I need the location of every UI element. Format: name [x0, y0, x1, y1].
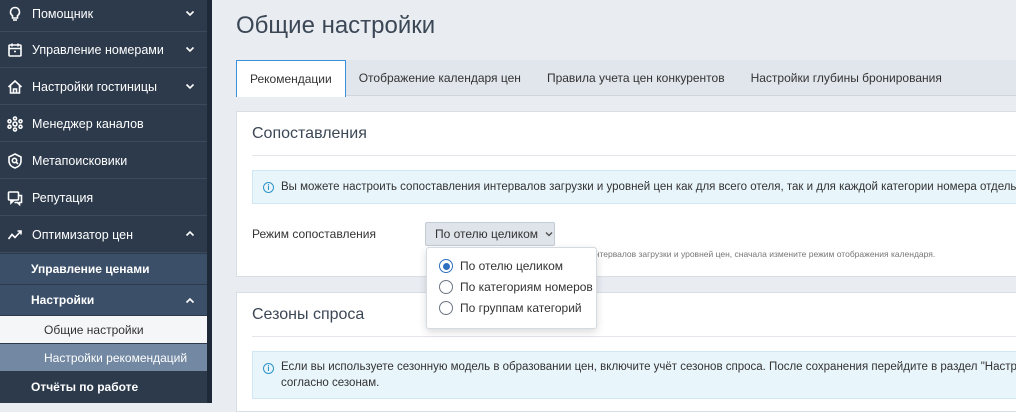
- info-banner: i Если вы используете сезонную модель в …: [252, 351, 1016, 399]
- divider: [252, 336, 1016, 337]
- tab-competitor-price-rules[interactable]: Правила учета цен конкурентов: [534, 60, 738, 96]
- sidebar-item-settings[interactable]: Настройки: [0, 285, 207, 316]
- sidebar-item-label: Метапоисковики: [32, 153, 128, 168]
- search-shield-icon: [7, 152, 23, 169]
- info-icon: i: [263, 363, 274, 374]
- radio-checked[interactable]: [439, 259, 453, 273]
- sidebar: Помощник Управление номерами Настройки г…: [0, 0, 207, 403]
- sidebar-item-recommendation-settings[interactable]: Настройки рекомендаций: [0, 344, 207, 371]
- select-value: По отелю целиком: [435, 227, 539, 241]
- network-icon: [7, 115, 23, 132]
- sidebar-item-label: Оптимизатор цен: [32, 227, 134, 242]
- info-text-line2: согласно сезонам.: [281, 377, 380, 389]
- chevron-down-icon: [545, 230, 553, 238]
- sidebar-item-channel-manager[interactable]: Менеджер каналов: [0, 106, 207, 142]
- sidebar-item-work-reports[interactable]: Отчёты по работе: [0, 372, 207, 403]
- sidebar-item-label: Репутация: [32, 190, 94, 205]
- sidebar-item-room-management[interactable]: Управление номерами: [0, 32, 207, 68]
- home-icon: [7, 79, 23, 95]
- radio-unchecked[interactable]: [439, 301, 453, 315]
- tab-recommendations[interactable]: Рекомендации: [236, 60, 346, 97]
- sidebar-item-reputation[interactable]: Репутация: [0, 180, 207, 216]
- section-title: Сопоставления: [252, 125, 367, 142]
- info-icon: i: [263, 182, 274, 193]
- option-label: По категориям номеров: [460, 280, 593, 294]
- page-title: Общие настройки: [236, 12, 436, 39]
- option-category-groups[interactable]: По группам категорий: [439, 301, 582, 315]
- trend-icon: [7, 227, 23, 243]
- sidebar-item-label: Управление ценами: [31, 262, 150, 276]
- sidebar-item-label: Настройки рекомендаций: [44, 350, 188, 365]
- sidebar-item-metasearch[interactable]: Метапоисковики: [0, 143, 207, 179]
- mapping-mode-dropdown: По отелю целиком По категориям номеров П…: [426, 247, 597, 329]
- sidebar-item-assistant[interactable]: Помощник: [0, 0, 207, 32]
- section-title: Сезоны спроса: [252, 306, 365, 323]
- option-label: По группам категорий: [460, 301, 582, 315]
- chevron-up-icon: [185, 228, 195, 238]
- chevron-down-icon: [185, 80, 195, 90]
- chevron-up-icon: [185, 295, 195, 305]
- sidebar-item-price-optimizer[interactable]: Оптимизатор цен: [0, 217, 207, 253]
- sidebar-item-hotel-settings[interactable]: Настройки гостиницы: [0, 69, 207, 105]
- option-label: По отелю целиком: [460, 259, 564, 273]
- chevron-down-icon: [185, 7, 195, 17]
- info-banner: i Вы можете настроить сопоставления инте…: [252, 170, 1016, 204]
- sidebar-item-label: Помощник: [32, 6, 94, 21]
- chevron-down-icon: [185, 43, 195, 53]
- lightbulb-icon: [7, 6, 23, 22]
- calendar-icon: [7, 42, 23, 58]
- sidebar-divider: [207, 0, 212, 403]
- sidebar-item-label: Менеджер каналов: [32, 116, 144, 131]
- tab-booking-depth-settings[interactable]: Настройки глубины бронирования: [738, 60, 955, 96]
- chat-icon: [7, 190, 23, 206]
- sidebar-item-price-management[interactable]: Управление ценами: [0, 254, 207, 285]
- option-whole-hotel[interactable]: По отелю целиком: [439, 259, 563, 273]
- mapping-hint: интервалов загрузки и уровней цен, снача…: [590, 249, 936, 259]
- sidebar-item-label: Настройки гостиницы: [32, 79, 157, 94]
- sidebar-item-label: Общие настройки: [44, 322, 144, 337]
- sidebar-item-label: Управление номерами: [32, 42, 164, 57]
- mapping-mode-select[interactable]: По отелю целиком: [425, 222, 555, 246]
- info-text-line1: Если вы используете сезонную модель в об…: [281, 361, 1016, 373]
- radio-unchecked[interactable]: [439, 280, 453, 294]
- divider: [252, 155, 1016, 156]
- sidebar-item-label: Отчёты по работе: [31, 380, 139, 394]
- sidebar-item-label: Настройки: [31, 293, 95, 307]
- option-room-categories[interactable]: По категориям номеров: [439, 280, 593, 294]
- seasons-card: Сезоны спроса i Если вы используете сезо…: [236, 292, 1016, 412]
- sidebar-item-general-settings[interactable]: Общие настройки: [0, 316, 207, 343]
- info-text: Вы можете настроить сопоставления интерв…: [281, 181, 1016, 193]
- tab-bar: Рекомендации Отображение календаря цен П…: [236, 60, 1016, 97]
- tab-price-calendar-display[interactable]: Отображение календаря цен: [346, 60, 534, 96]
- mapping-mode-label: Режим сопоставления: [252, 227, 376, 241]
